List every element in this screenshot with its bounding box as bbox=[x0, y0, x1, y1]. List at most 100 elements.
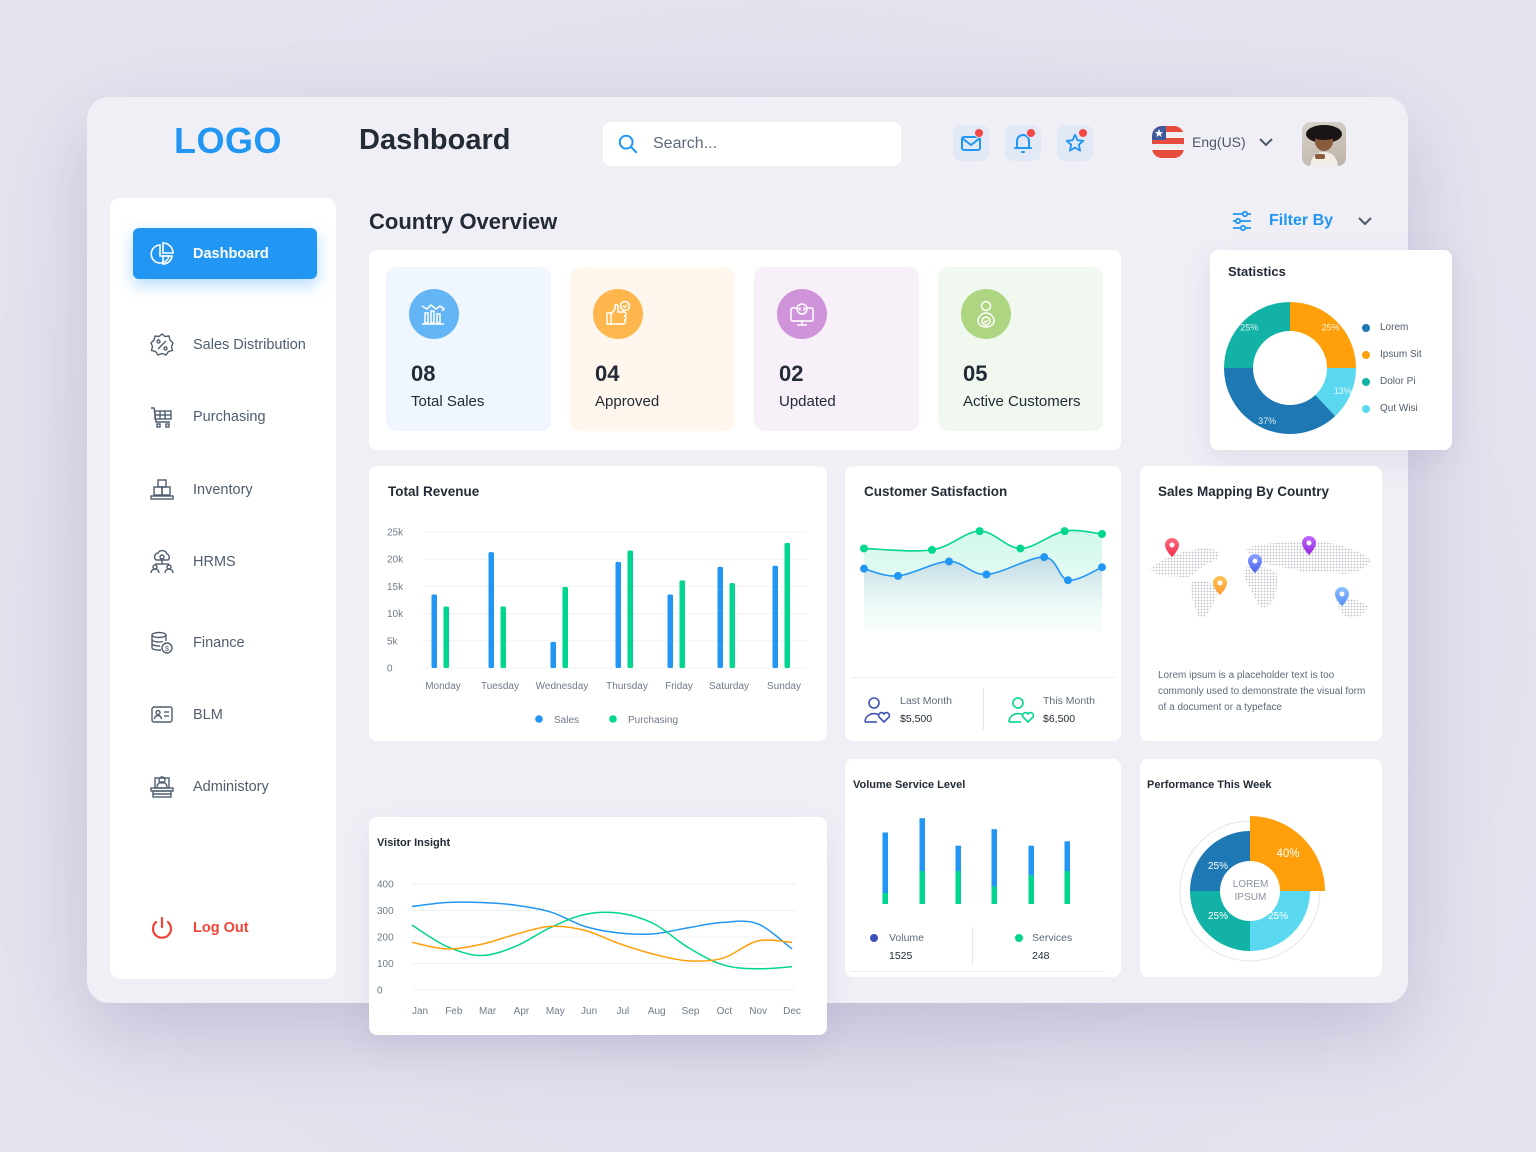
x-tick-label: Jun bbox=[581, 1006, 597, 1017]
bar-sales bbox=[667, 594, 673, 668]
x-tick-label: Thursday bbox=[606, 681, 648, 692]
stat-label: Active Customers bbox=[963, 393, 1081, 410]
visitor-insight-card: Visitor Insight 0 100 200 300 400 Jan Feb Mar Ap… bbox=[369, 817, 827, 1035]
bar-purchasing bbox=[679, 580, 685, 668]
sidebar bbox=[110, 198, 336, 979]
sidebar-item-blm[interactable]: BLM bbox=[133, 689, 317, 740]
x-tick-label: Saturday bbox=[709, 681, 749, 692]
stat-value: 08 bbox=[411, 361, 436, 386]
card-title: Statistics bbox=[1228, 264, 1286, 279]
data-point bbox=[982, 570, 991, 579]
pie-chart-icon bbox=[149, 241, 175, 267]
sidebar-item-inventory[interactable]: Inventory bbox=[133, 464, 317, 515]
x-tick-label: Monday bbox=[425, 681, 461, 692]
bar-sales bbox=[550, 641, 556, 668]
search-input[interactable] bbox=[653, 135, 873, 153]
statistics-donut-chart: 25% 13% 37% 25% bbox=[1224, 302, 1356, 434]
services-legend-dot bbox=[1015, 934, 1023, 942]
bar-sales bbox=[431, 594, 437, 668]
stat-value: 04 bbox=[595, 361, 620, 386]
stat-active-customers[interactable]: 05 Active Customers bbox=[938, 267, 1103, 431]
series-line bbox=[411, 925, 793, 962]
performance-card: Performance This Week 40% 25% 25% 25% LOREM… bbox=[1140, 759, 1382, 977]
x-tick-label: Feb bbox=[445, 1006, 463, 1017]
sidebar-item-purchasing[interactable]: Purchasing bbox=[133, 391, 317, 442]
stat-label: Updated bbox=[779, 393, 836, 410]
slice-label: 25% bbox=[1208, 911, 1228, 922]
data-point bbox=[860, 544, 868, 553]
slice-label: 25% bbox=[1268, 911, 1288, 922]
legend-label: Dolor Pi bbox=[1380, 376, 1416, 387]
legend-dot bbox=[1362, 323, 1370, 332]
volume-legend-dot bbox=[870, 934, 878, 942]
volume-label: Volume bbox=[889, 932, 925, 944]
sidebar-item-administory[interactable]: Administory bbox=[133, 761, 317, 812]
mail-button[interactable] bbox=[953, 125, 989, 161]
notification-dot bbox=[974, 128, 984, 138]
total-revenue-card: Total Revenue 0 5k 10k 15k 20k 25k Monday Tuesd… bbox=[369, 466, 827, 741]
search-bar[interactable] bbox=[603, 122, 901, 166]
slice-label: 25% bbox=[1240, 322, 1258, 332]
sidebar-item-hrms[interactable]: HRMS bbox=[133, 536, 317, 587]
sidebar-item-label: Administory bbox=[193, 778, 269, 795]
legend-label: Ipsum Sit bbox=[1380, 349, 1422, 360]
monitor-sync-icon bbox=[777, 289, 827, 339]
statistics-legend: Lorem Ipsum Sit Dolor Pi Qut Wisi bbox=[1362, 314, 1422, 422]
slice-label: 40% bbox=[1276, 848, 1299, 860]
last-month-value: $5,500 bbox=[900, 713, 933, 725]
data-point bbox=[928, 545, 936, 554]
x-tick-label: Jan bbox=[412, 1006, 428, 1017]
logo[interactable]: LOGO bbox=[174, 120, 282, 162]
stat-updated[interactable]: 02 Updated bbox=[754, 267, 919, 431]
center-line-2: IPSUM bbox=[1234, 892, 1267, 903]
sidebar-item-label: Finance bbox=[193, 634, 245, 651]
y-tick-label: 200 bbox=[377, 933, 394, 944]
favorites-button[interactable] bbox=[1057, 125, 1093, 161]
bar-volume bbox=[1064, 841, 1070, 871]
slice-label: 25% bbox=[1208, 861, 1228, 872]
user-heart-icon bbox=[1008, 697, 1035, 724]
performance-center-label: LOREM IPSUM bbox=[1220, 878, 1281, 904]
volume-value: 1525 bbox=[889, 950, 913, 962]
logout-button[interactable]: Log Out bbox=[133, 902, 317, 953]
x-tick-label: Apr bbox=[514, 1006, 530, 1017]
sidebar-item-dashboard[interactable]: Dashboard bbox=[133, 228, 317, 279]
sidebar-item-sales-distribution[interactable]: Sales Distribution bbox=[133, 319, 317, 370]
user-avatar[interactable] bbox=[1302, 122, 1346, 166]
divider bbox=[850, 971, 1105, 972]
x-tick-label: Wednesday bbox=[536, 681, 589, 692]
svg-text:$: $ bbox=[165, 646, 169, 653]
bar-volume bbox=[955, 845, 961, 871]
volume-service-card: Volume Service Level Volume 1525 Service… bbox=[845, 759, 1121, 977]
x-tick-label: Oct bbox=[717, 1006, 733, 1017]
boxes-icon bbox=[149, 477, 175, 503]
notification-dot bbox=[1026, 128, 1036, 138]
data-point bbox=[945, 557, 953, 566]
data-point bbox=[1040, 553, 1049, 562]
series-line bbox=[411, 901, 793, 950]
filter-by-button[interactable]: Filter By bbox=[1231, 210, 1373, 232]
sidebar-item-label: Purchasing bbox=[193, 408, 266, 425]
bar-sales bbox=[717, 566, 723, 668]
sliders-icon bbox=[1233, 210, 1251, 232]
bar-purchasing bbox=[784, 542, 790, 668]
x-tick-label: Dec bbox=[783, 1006, 801, 1017]
donut-slice bbox=[1224, 302, 1290, 368]
sidebar-item-label: Dashboard bbox=[193, 245, 269, 262]
legend-dot bbox=[535, 715, 543, 723]
stat-value: 02 bbox=[779, 361, 804, 386]
notifications-button[interactable] bbox=[1005, 125, 1041, 161]
language-selector[interactable]: Eng(US) bbox=[1152, 126, 1274, 158]
stat-total-sales[interactable]: 08 Total Sales bbox=[386, 267, 551, 431]
stat-approved[interactable]: 04 Approved bbox=[570, 267, 735, 431]
bar-sales bbox=[615, 561, 621, 668]
stat-value: 05 bbox=[963, 361, 988, 386]
legend-item: Dolor Pi bbox=[1362, 368, 1422, 395]
customer-satisfaction-chart bbox=[860, 527, 1106, 631]
discount-badge-icon bbox=[149, 332, 175, 358]
power-icon bbox=[149, 915, 175, 941]
bar-services bbox=[919, 871, 925, 904]
sidebar-item-label: Sales Distribution bbox=[193, 336, 306, 353]
sidebar-item-finance[interactable]: $ Finance bbox=[133, 617, 317, 668]
bar-services bbox=[1028, 875, 1034, 904]
